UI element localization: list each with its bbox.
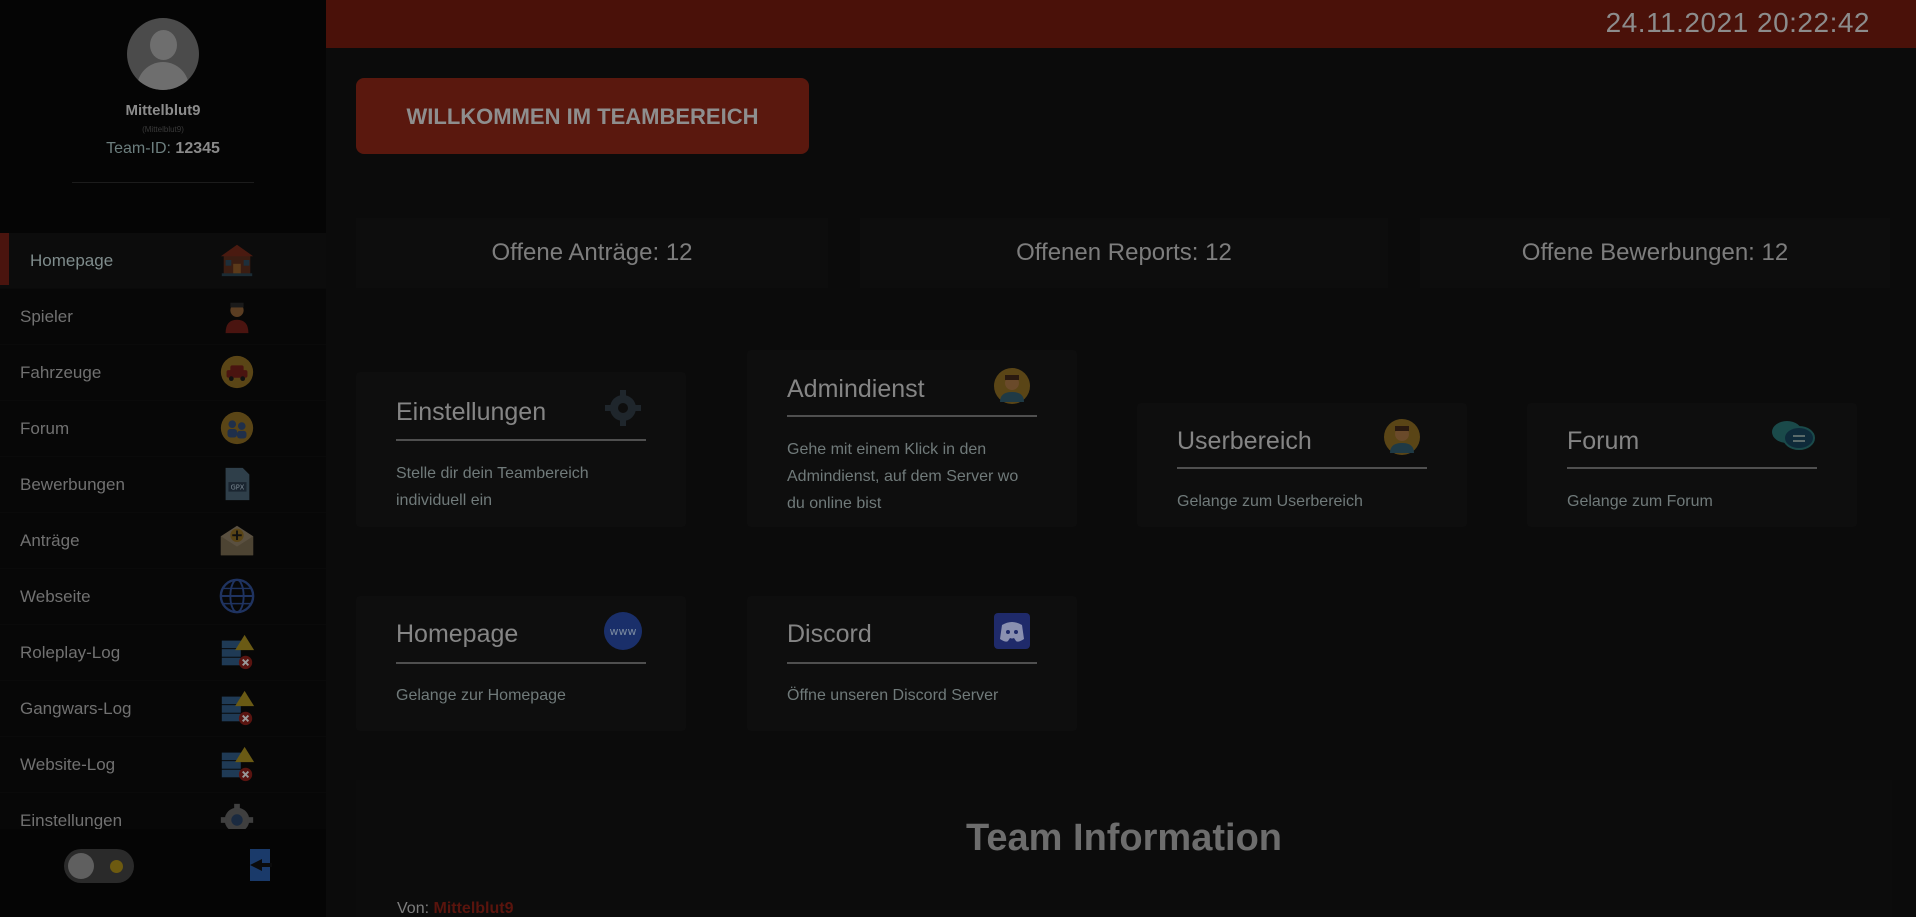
sidebar-item-forum[interactable]: Forum (0, 401, 326, 457)
user-avatar-icon (1382, 417, 1422, 457)
toggle-knob (68, 853, 94, 879)
stat-open-applications: Offene Bewerbungen: 12 (1420, 218, 1890, 288)
divider (787, 662, 1037, 664)
gear-icon (218, 801, 256, 829)
sidebar-item-spieler[interactable]: Spieler (0, 289, 326, 345)
card-homepage[interactable]: Homepage www Gelange zur Homepage (356, 596, 686, 731)
card-text: Gelange zur Homepage (396, 687, 566, 704)
sidebar-item-gangwars-log[interactable]: Gangwars-Log (0, 681, 326, 737)
card-text: Stelle dir dein Teambereich individuell … (396, 465, 589, 509)
username: Mittelblut9 (125, 102, 201, 119)
svg-text:GPX: GPX (231, 484, 245, 492)
stat-label: Offene Anträge: 12 (491, 239, 693, 266)
svg-text:www: www (610, 625, 637, 638)
card-title: Userbereich (1177, 427, 1312, 455)
house-icon (218, 241, 256, 279)
card-text: Öffne unseren Discord Server (787, 687, 999, 704)
sidebar-item-bewerbungen[interactable]: Bewerbungen GPX (0, 457, 326, 513)
sidebar: Mittelblut9 (Mittelblut9) Team-ID: 12345… (0, 0, 326, 917)
profile-panel: Mittelblut9 (Mittelblut9) Team-ID: 12345 (0, 0, 326, 190)
sidebar-item-einstellungen[interactable]: Einstellungen (0, 793, 326, 829)
log-warning-icon (218, 745, 256, 783)
sidebar-footer (0, 829, 326, 917)
www-icon: www (603, 611, 643, 651)
globe-icon (218, 577, 256, 615)
from-label: Von: (397, 900, 430, 917)
divider (1177, 467, 1427, 469)
card-title: Discord (787, 620, 872, 648)
log-warning-icon (218, 689, 256, 727)
divider (787, 415, 1037, 417)
top-bar: 24.11.2021 20:22:42 (326, 0, 1916, 48)
sun-icon (110, 860, 123, 873)
sidebar-nav: Homepage Spieler Fahrzeuge Forum Bewerbu… (0, 233, 326, 829)
card-title: Einstellungen (396, 398, 547, 426)
team-information-panel: Team Information Von: Mittelblut9 (356, 780, 1892, 917)
sidebar-item-label: Einstellungen (20, 811, 123, 829)
sidebar-item-label: Website-Log (20, 755, 116, 774)
team-information-from: Von: Mittelblut9 (397, 900, 513, 917)
stat-label: Offenen Reports: 12 (1016, 239, 1232, 266)
sidebar-item-label: Fahrzeuge (20, 363, 102, 382)
card-title: Forum (1567, 427, 1640, 455)
sidebar-item-roleplay-log[interactable]: Roleplay-Log (0, 625, 326, 681)
log-warning-icon (218, 633, 256, 671)
team-id-label: Team-ID: (106, 140, 171, 157)
envelope-plus-icon (218, 521, 256, 559)
divider (396, 662, 646, 664)
theme-toggle[interactable] (64, 849, 134, 883)
stat-open-requests: Offene Anträge: 12 (356, 218, 828, 288)
card-discord[interactable]: Discord Öffne unseren Discord Server (747, 596, 1077, 731)
chat-bubbles-icon (1769, 415, 1817, 455)
stat-label: Offene Bewerbungen: 12 (1521, 239, 1789, 266)
team-id: Team-ID: 12345 (0, 140, 326, 158)
divider (1567, 467, 1817, 469)
welcome-label: WILLKOMMEN IM TEAMBEREICH (406, 104, 759, 129)
sidebar-item-antraege[interactable]: Anträge (0, 513, 326, 569)
from-value: Mittelblut9 (433, 900, 514, 917)
sidebar-item-label: Spieler (20, 307, 73, 326)
sidebar-item-label: Anträge (20, 531, 80, 550)
sidebar-item-label: Homepage (30, 251, 114, 270)
card-title: Homepage (396, 620, 519, 648)
gear-icon (603, 388, 643, 428)
divider (396, 439, 646, 441)
sidebar-item-homepage[interactable]: Homepage (0, 233, 326, 289)
divider (72, 182, 254, 183)
admin-avatar-icon (992, 366, 1032, 406)
username-sub: (Mittelblut9) (142, 125, 184, 134)
player-icon (218, 297, 256, 335)
sidebar-item-label: Forum (20, 419, 70, 438)
card-title: Admindienst (787, 375, 925, 403)
car-icon (218, 353, 256, 391)
team-information-title: Team Information (966, 817, 1282, 859)
avatar (127, 18, 199, 90)
card-text: Gelange zum Userbereich (1177, 493, 1363, 510)
logout-icon[interactable] (246, 847, 274, 883)
sidebar-item-label: Gangwars-Log (20, 699, 132, 718)
stat-open-reports: Offenen Reports: 12 (860, 218, 1388, 288)
card-forum[interactable]: Forum Gelange zum Forum (1527, 403, 1857, 527)
team-id-value: 12345 (175, 140, 220, 157)
sidebar-item-fahrzeuge[interactable]: Fahrzeuge (0, 345, 326, 401)
card-text: Gelange zum Forum (1567, 493, 1713, 510)
card-userbereich[interactable]: Userbereich Gelange zum Userbereich (1137, 403, 1467, 527)
forum-icon (218, 409, 256, 447)
sidebar-item-webseite[interactable]: Webseite (0, 569, 326, 625)
sidebar-item-label: Webseite (20, 587, 91, 606)
sidebar-item-label: Bewerbungen (20, 475, 125, 494)
gpx-file-icon: GPX (218, 465, 256, 503)
welcome-banner[interactable]: WILLKOMMEN IM TEAMBEREICH (356, 78, 809, 154)
sidebar-item-website-log[interactable]: Website-Log (0, 737, 326, 793)
card-admindienst[interactable]: Admindienst Gehe mit einem Klick in den … (747, 350, 1077, 527)
sidebar-item-label: Roleplay-Log (20, 643, 121, 662)
card-einstellungen[interactable]: Einstellungen Stelle dir dein Teambereic… (356, 372, 686, 527)
discord-icon (992, 611, 1032, 651)
card-text: Gehe mit einem Klick in den Admindienst,… (787, 441, 1019, 512)
datetime: 24.11.2021 20:22:42 (1605, 7, 1870, 38)
